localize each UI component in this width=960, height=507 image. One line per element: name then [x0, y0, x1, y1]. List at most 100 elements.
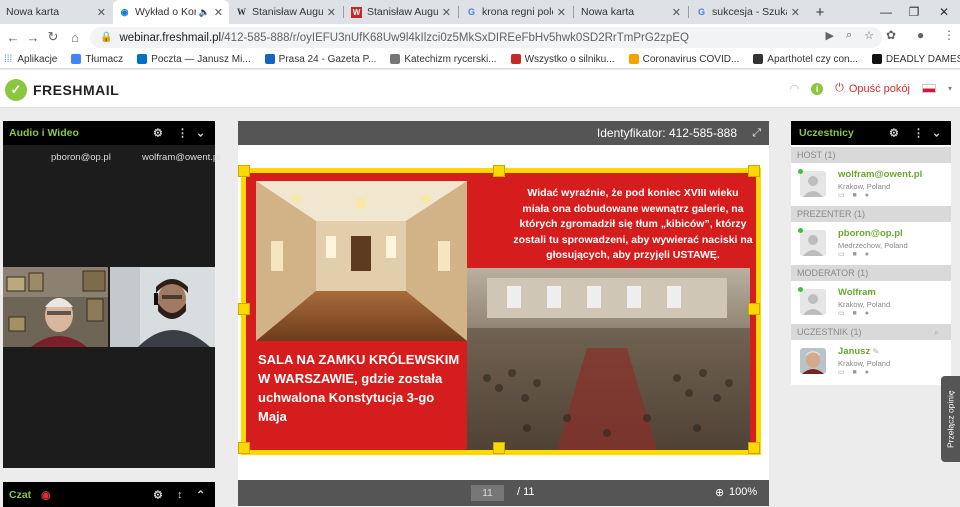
video-panel: pboron@op.pl wolfram@owent.pl — [3, 145, 220, 468]
bookmark[interactable]: Tłumacz — [71, 54, 123, 65]
hotel-icon — [753, 54, 764, 64]
bookmark-apps[interactable]: ⁞⁞⁞ Aplikacje — [4, 54, 57, 65]
participant-item[interactable]: Wolfram Krakow, Poland ▭ ■ ● — [791, 281, 951, 323]
poland-flag-icon[interactable] — [921, 84, 936, 93]
back-arrow-icon[interactable]: ← — [4, 28, 22, 46]
audio-video-header: Audio i Wideo ⚙ ⋮ ⌄ — [3, 121, 215, 145]
gear-icon[interactable]: ⚙ — [153, 127, 163, 140]
bookmark[interactable]: Wszystko o silniku... — [510, 54, 615, 65]
gear-icon[interactable]: ⚙ — [153, 488, 163, 501]
info-icon[interactable]: i — [811, 82, 824, 95]
video-feed-host[interactable] — [110, 267, 215, 347]
browser-tab[interactable]: W Stanisław August P ✕ — [230, 0, 342, 24]
close-tab-icon[interactable]: ✕ — [97, 6, 106, 19]
minimize-icon[interactable]: — — [872, 0, 900, 24]
resize-handle[interactable] — [748, 442, 760, 454]
resize-handle[interactable] — [238, 165, 250, 177]
close-tab-icon[interactable]: ✕ — [442, 6, 451, 19]
home-icon[interactable]: ⌂ — [66, 28, 84, 46]
browser-tab[interactable]: G krona regni polon ✕ — [460, 0, 572, 24]
section-label: UCZESTNIK — [797, 327, 849, 337]
video-user-label: wolfram@owent.pl — [142, 152, 221, 163]
video-feed-presenter[interactable] — [3, 267, 108, 347]
bookmark-label: Coronavirus COVID... — [642, 53, 740, 65]
camera-icon[interactable]: ▶ — [825, 29, 833, 42]
profile-icon[interactable]: ● — [917, 28, 924, 42]
chevron-down-icon[interactable]: ⌄ — [932, 127, 941, 140]
book-icon — [390, 54, 401, 64]
tab-separator — [573, 6, 574, 18]
browser-tab[interactable]: Nowa karta ✕ — [575, 0, 687, 24]
more-vertical-icon[interactable]: ⋮ — [913, 127, 924, 140]
presentation-slide: Widać wyraźnie, że pod koniec XVIII wiek… — [241, 168, 761, 455]
resize-vertical-icon[interactable]: ↕ — [177, 489, 183, 501]
close-tab-icon[interactable]: ✕ — [557, 6, 566, 19]
forward-arrow-icon[interactable]: → — [24, 28, 42, 46]
bookmark[interactable]: Prasa 24 - Gazeta P... — [264, 53, 377, 65]
search-icon[interactable]: ⌕ — [934, 327, 939, 338]
tab-title: Stanisław August P — [367, 6, 438, 18]
section-count: (1) — [854, 209, 866, 219]
gear-icon[interactable]: ⚙ — [889, 127, 899, 140]
star-icon[interactable]: ☆ — [864, 29, 874, 42]
feedback-side-tab[interactable]: Przełącz opinię — [941, 376, 960, 462]
bookmark[interactable]: Katechizm rycerski... — [390, 54, 497, 65]
engine-icon — [510, 54, 521, 64]
edit-icon[interactable]: ✎ — [870, 347, 879, 356]
online-status-icon — [798, 228, 803, 233]
resize-handle[interactable] — [748, 303, 760, 315]
bookmark[interactable]: Coronavirus COVID... — [628, 53, 740, 65]
bookmark-label: Tłumacz — [85, 53, 124, 65]
resize-handle[interactable] — [238, 303, 250, 315]
browser-tab[interactable]: Nowa karta ✕ — [0, 0, 112, 24]
bookmark[interactable]: Poczta — Janusz Mi... — [137, 54, 251, 65]
more-vertical-icon[interactable]: ⋮ — [177, 127, 188, 140]
speaker-icon[interactable]: 🔈 — [199, 7, 210, 18]
menu-icon[interactable]: ⋮ — [943, 28, 955, 42]
participant-item[interactable]: pboron@op.pl Medrzechow, Poland ▭ ■ ● — [791, 222, 951, 264]
apps-grid-icon: ⁞⁞⁞ — [4, 53, 13, 65]
google-icon: G — [467, 7, 475, 17]
presentation-footer: 11 / 11 ⊕ 100% — [238, 480, 769, 506]
search-icon[interactable]: ⌕ — [846, 29, 852, 42]
fullscreen-icon[interactable]: ⤢ — [752, 127, 761, 140]
new-tab-button[interactable]: + — [806, 0, 834, 24]
resize-handle[interactable] — [493, 165, 505, 177]
bookmark[interactable]: DEADLY DAMES - G... — [871, 54, 960, 65]
virus-icon — [628, 54, 639, 64]
section-moderator: MODERATOR (1) — [791, 265, 951, 281]
close-tab-icon[interactable]: ✕ — [672, 6, 681, 19]
browser-tab[interactable]: W Stanisław August P ✕ — [345, 0, 457, 24]
chevron-down-icon[interactable]: ▾ — [948, 84, 952, 93]
bookmark[interactable]: Aparthotel czy con... — [753, 54, 858, 65]
extension-icon[interactable]: ✿ — [886, 28, 896, 42]
reload-icon[interactable]: ↻ — [44, 28, 62, 46]
browser-tab-active[interactable]: ◉ Wykład o Kon 🔈 ✕ — [113, 0, 229, 24]
browser-tab[interactable]: G sukcesja - Szukaj w ✕ — [690, 0, 806, 24]
bookmark-label: Prasa 24 - Gazeta P... — [278, 53, 377, 65]
freshmail-logo[interactable]: ✓ FRESHMAIL — [5, 79, 119, 101]
chat-header[interactable]: Czat ◉ ⚙ ↕ ⌃ — [3, 482, 215, 507]
participant-name-text: Janusz — [838, 346, 871, 357]
close-tab-icon[interactable]: ✕ — [327, 6, 336, 19]
bookmark-label: Aplikacje — [17, 53, 58, 65]
red-w-icon: W — [351, 6, 362, 18]
close-tab-icon[interactable]: ✕ — [791, 6, 800, 19]
participant-item[interactable]: Janusz ✎ Krakow, Poland ▭ ■ ● — [791, 340, 951, 382]
zoom-icon[interactable]: ⊕ — [715, 486, 724, 499]
avatar-placeholder-icon — [800, 289, 826, 315]
close-window-icon[interactable]: ✕ — [930, 0, 958, 24]
resize-handle[interactable] — [748, 165, 760, 177]
resize-handle[interactable] — [238, 442, 250, 454]
url-bar[interactable]: 🔒 webinar.freshmail.pl/412-585-888/r/oyI… — [90, 27, 882, 48]
participant-location: Krakow, Poland — [838, 359, 891, 368]
close-tab-icon[interactable]: ✕ — [214, 6, 223, 19]
resize-handle[interactable] — [493, 442, 505, 454]
chevron-up-icon[interactable]: ⌃ — [196, 488, 205, 501]
participant-item[interactable]: wolfram@owent.pl Krakow, Poland ▭ ■ ● — [791, 163, 951, 205]
leave-room-button[interactable]: ⏻ Opuść pokój — [835, 82, 910, 95]
section-label: PREZENTER — [797, 209, 852, 219]
chevron-down-icon[interactable]: ⌄ — [196, 127, 205, 140]
page-number-input[interactable]: 11 — [471, 485, 504, 501]
restore-icon[interactable]: ❐ — [900, 0, 928, 24]
